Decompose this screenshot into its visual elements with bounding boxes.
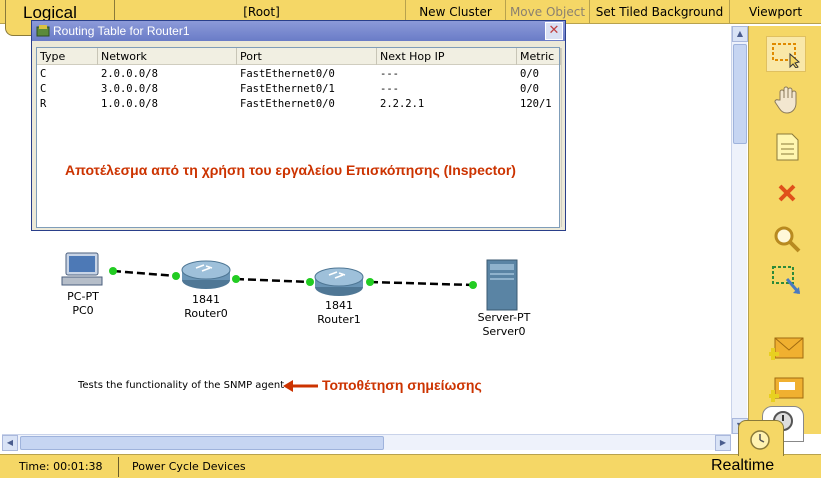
inspector-caption: Αποτέλεσμα από τη χρήση του εργαλείου Επ… <box>65 162 516 178</box>
place-note-tool-button[interactable] <box>769 130 805 164</box>
scroll-up-button[interactable]: ▲ <box>732 26 748 42</box>
router-icon <box>314 267 364 296</box>
router1-name-label: Router1 <box>317 313 361 326</box>
select-icon <box>772 43 801 68</box>
column-header-type[interactable]: Type <box>37 48 98 65</box>
link-light <box>232 275 240 283</box>
table-row[interactable]: C 3.0.0.0/8 FastEthernet0/1 --- 0/0 <box>37 82 559 97</box>
cell-network: 1.0.0.0/8 <box>101 98 158 110</box>
note-icon <box>776 133 799 161</box>
router0-name-label: Router0 <box>184 307 228 320</box>
column-header-next-hop[interactable]: Next Hop IP <box>377 48 517 65</box>
routing-table: Type Network Port Next Hop IP Metric C 2… <box>36 47 562 228</box>
bottom-status-bar: Time: 00:01:38 Power Cycle Devices Realt… <box>0 454 821 478</box>
cell-port: FastEthernet0/1 <box>240 83 335 95</box>
pc-model-label: PC-PT <box>67 290 99 303</box>
table-divider <box>561 48 562 227</box>
router1-model-label: 1841 <box>325 299 353 312</box>
scroll-left-button[interactable]: ◀ <box>2 435 18 451</box>
complex-pdu-icon <box>769 377 804 402</box>
link-light <box>469 281 477 289</box>
cell-next-hop: 2.2.2.1 <box>380 98 425 110</box>
simple-pdu-icon <box>769 337 804 360</box>
power-cycle-devices-button[interactable]: Power Cycle Devices <box>132 455 246 478</box>
cell-metric: 120/1 <box>520 98 552 110</box>
cell-metric: 0/0 <box>520 68 539 80</box>
move-layout-tool-button[interactable] <box>769 82 805 116</box>
cell-type: R <box>40 98 47 110</box>
cell-network: 3.0.0.0/8 <box>101 83 158 95</box>
table-row[interactable]: R 1.0.0.0/8 FastEthernet0/0 2.2.2.1 120/… <box>37 97 559 112</box>
cell-next-hop: --- <box>380 68 399 80</box>
link-pc-router0 <box>112 269 177 278</box>
column-header-network[interactable]: Network <box>98 48 237 65</box>
cell-network: 2.0.0.0/8 <box>101 68 158 80</box>
common-tools-bar <box>748 26 821 434</box>
zoom-icon <box>774 226 801 253</box>
window-title: Routing Table for Router1 <box>53 24 190 38</box>
cell-next-hop: --- <box>380 83 399 95</box>
note-caption: Τοποθέτηση σημείωσης <box>322 377 482 393</box>
cell-type: C <box>40 68 47 80</box>
clock-icon <box>750 430 770 450</box>
cell-type: C <box>40 83 47 95</box>
delete-icon <box>778 184 796 202</box>
scroll-thumb[interactable] <box>20 436 384 450</box>
column-header-port[interactable]: Port <box>237 48 377 65</box>
horizontal-scrollbar[interactable]: ◀ ▶ <box>2 434 731 451</box>
router-icon <box>181 260 231 289</box>
add-simple-pdu-button[interactable] <box>769 330 805 364</box>
arrow-left-icon <box>283 380 318 392</box>
simulation-time: Time: 00:01:38 <box>19 460 103 473</box>
link-router1-server <box>369 280 474 287</box>
cell-metric: 0/0 <box>520 83 539 95</box>
divider <box>118 457 119 477</box>
link-light <box>109 267 117 275</box>
link-light <box>306 278 314 286</box>
resize-shape-tool-button[interactable] <box>769 264 805 298</box>
pc-icon <box>61 252 103 286</box>
workspace-note[interactable]: Tests the functionality of the SNMP agen… <box>78 380 284 391</box>
select-tool-button[interactable] <box>766 36 806 72</box>
routing-table-window[interactable]: Routing Table for Router1 ✕ Type Network… <box>31 20 566 231</box>
pc-name-label: PC0 <box>72 304 94 317</box>
server-model-label: Server-PT <box>477 311 531 324</box>
table-row[interactable]: C 2.0.0.0/8 FastEthernet0/0 --- 0/0 <box>37 67 559 82</box>
link-light <box>366 278 374 286</box>
router0-model-label: 1841 <box>192 293 220 306</box>
table-header: Type Network Port Next Hop IP Metric <box>37 48 561 65</box>
add-complex-pdu-button[interactable] <box>769 372 805 406</box>
server-name-label: Server0 <box>482 325 526 338</box>
server-icon <box>486 259 518 311</box>
link-light <box>172 272 180 280</box>
column-header-metric[interactable]: Metric <box>517 48 561 65</box>
cell-port: FastEthernet0/0 <box>240 68 335 80</box>
link-router0-router1 <box>235 277 311 284</box>
window-titlebar[interactable]: Routing Table for Router1 ✕ <box>32 21 565 41</box>
scroll-thumb[interactable] <box>733 44 747 144</box>
realtime-label: Realtime <box>711 457 775 474</box>
close-button[interactable]: ✕ <box>545 22 563 40</box>
hand-icon <box>774 86 797 114</box>
scroll-right-button[interactable]: ▶ <box>715 435 731 451</box>
resize-icon <box>772 266 801 294</box>
delete-tool-button[interactable] <box>769 176 805 210</box>
router-app-icon <box>36 25 50 37</box>
realtime-mode-tab[interactable] <box>738 420 784 456</box>
cell-port: FastEthernet0/0 <box>240 98 335 110</box>
vertical-scrollbar[interactable]: ▲ ▼ <box>731 26 748 434</box>
inspect-tool-button[interactable] <box>769 222 805 256</box>
